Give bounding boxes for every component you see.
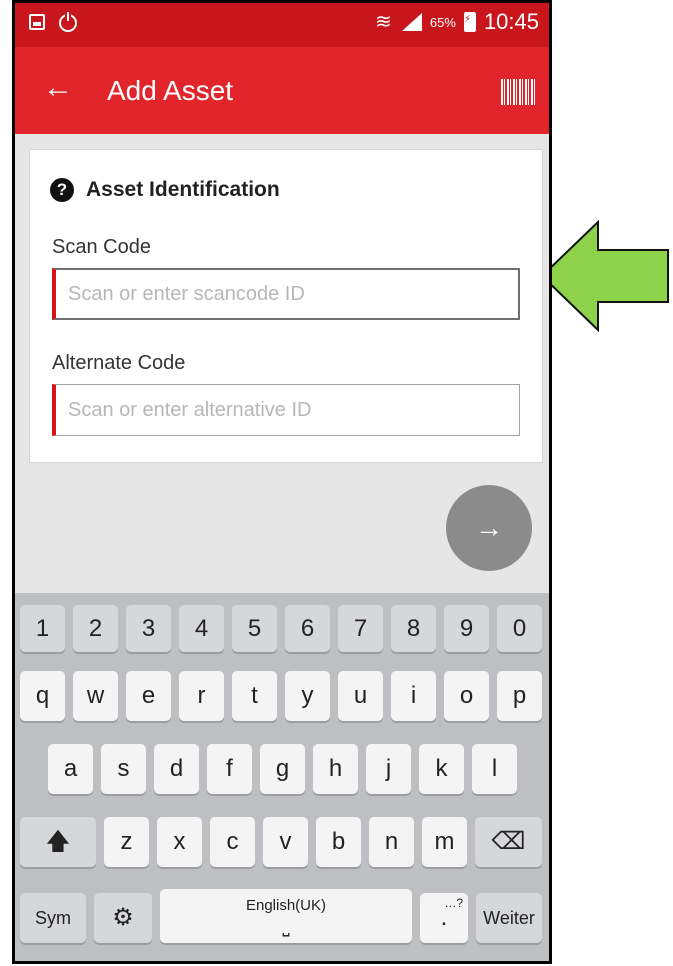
spacebar-icon: ⎵ bbox=[282, 916, 290, 936]
key[interactable]: k bbox=[419, 744, 464, 794]
key[interactable]: b bbox=[316, 817, 361, 867]
scan-code-label: Scan Code bbox=[52, 236, 151, 258]
key[interactable]: 2 bbox=[73, 605, 118, 652]
clock: 10:45 bbox=[483, 9, 539, 34]
signal-icon bbox=[400, 13, 422, 31]
period-key-hint: …? bbox=[444, 896, 463, 910]
status-bar: ≋ 65% 10:45 bbox=[15, 3, 549, 47]
key[interactable]: o bbox=[444, 671, 489, 721]
battery-percent: 65% bbox=[429, 14, 456, 30]
battery-icon bbox=[463, 12, 476, 32]
key[interactable]: r bbox=[179, 671, 224, 721]
backspace-key[interactable]: ⌫ bbox=[475, 817, 542, 867]
key[interactable]: 8 bbox=[391, 605, 436, 652]
space-key-label: English(UK) bbox=[245, 897, 327, 914]
key[interactable]: v bbox=[263, 817, 308, 867]
key[interactable]: f bbox=[207, 744, 252, 794]
key[interactable]: 9 bbox=[444, 605, 489, 652]
key[interactable]: h bbox=[313, 744, 358, 794]
alternate-code-label: Alternate Code bbox=[52, 352, 186, 374]
shift-key[interactable]: 🡅 bbox=[20, 817, 96, 867]
pointer-arrow bbox=[540, 219, 669, 333]
key[interactable]: a bbox=[48, 744, 93, 794]
key[interactable]: 6 bbox=[285, 605, 330, 652]
key[interactable]: l bbox=[472, 744, 517, 794]
key[interactable]: t bbox=[232, 671, 277, 721]
barcode-icon[interactable] bbox=[501, 79, 535, 105]
key[interactable]: 7 bbox=[338, 605, 383, 652]
enter-key[interactable]: Weiter bbox=[476, 893, 542, 943]
key[interactable]: i bbox=[391, 671, 436, 721]
space-key[interactable]: English(UK) ⎵ bbox=[160, 889, 412, 943]
key[interactable]: c bbox=[210, 817, 255, 867]
key[interactable]: e bbox=[126, 671, 171, 721]
key[interactable]: d bbox=[154, 744, 199, 794]
next-button[interactable]: → bbox=[446, 485, 532, 571]
gear-icon: ⚙ bbox=[112, 904, 134, 931]
on-screen-keyboard: 1 2 3 4 5 6 7 8 9 0 q w e r t y u i o p … bbox=[15, 593, 549, 961]
key[interactable]: q bbox=[20, 671, 65, 721]
key[interactable]: 5 bbox=[232, 605, 277, 652]
help-icon[interactable]: ? bbox=[50, 178, 74, 202]
key[interactable]: 4 bbox=[179, 605, 224, 652]
back-arrow-icon[interactable]: ← bbox=[43, 73, 73, 103]
key[interactable]: y bbox=[285, 671, 330, 721]
key[interactable]: p bbox=[497, 671, 542, 721]
scan-code-input[interactable] bbox=[52, 268, 520, 320]
wifi-icon: ≋ bbox=[375, 11, 392, 33]
alternate-code-input[interactable] bbox=[52, 384, 520, 436]
app-bar: ← Add Asset bbox=[15, 47, 549, 134]
key[interactable]: x bbox=[157, 817, 202, 867]
power-icon bbox=[59, 12, 77, 32]
screenshot-icon bbox=[29, 14, 45, 30]
sym-key[interactable]: Sym bbox=[20, 893, 86, 943]
asset-identification-card: ? Asset Identification Scan Code Alterna… bbox=[29, 149, 543, 463]
phone-screen: ≋ 65% 10:45 ← Add Asset ? Asset Identifi… bbox=[12, 0, 552, 964]
key[interactable]: w bbox=[73, 671, 118, 721]
settings-key[interactable]: ⚙ bbox=[94, 893, 152, 943]
shift-icon: 🡅 bbox=[45, 828, 71, 855]
key[interactable]: j bbox=[366, 744, 411, 794]
backspace-icon: ⌫ bbox=[491, 828, 526, 855]
key[interactable]: m bbox=[422, 817, 467, 867]
key[interactable]: n bbox=[369, 817, 414, 867]
key[interactable]: z bbox=[104, 817, 149, 867]
key[interactable]: 3 bbox=[126, 605, 171, 652]
key[interactable]: 0 bbox=[497, 605, 542, 652]
key[interactable]: u bbox=[338, 671, 383, 721]
key[interactable]: s bbox=[101, 744, 146, 794]
section-title: Asset Identification bbox=[86, 178, 280, 201]
period-key[interactable]: . …? bbox=[420, 893, 468, 943]
key[interactable]: 1 bbox=[20, 605, 65, 652]
key[interactable]: g bbox=[260, 744, 305, 794]
page-title: Add Asset bbox=[107, 75, 234, 106]
